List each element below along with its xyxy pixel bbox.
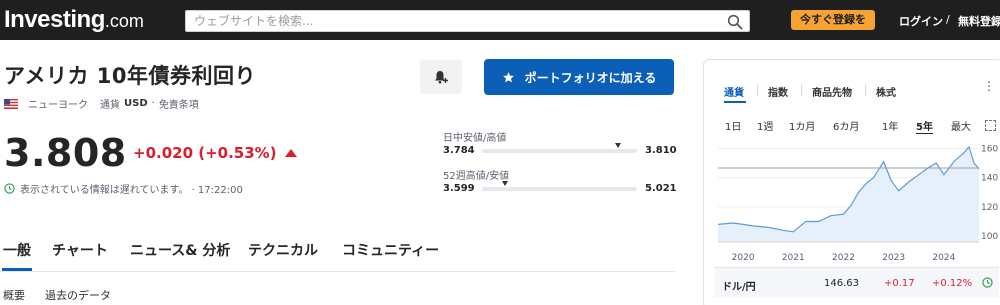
tab-general[interactable]: 一般 <box>3 240 31 260</box>
range-1y[interactable]: 1年 <box>882 118 898 133</box>
last-price: 3.808 <box>4 131 127 175</box>
search-icon[interactable] <box>727 14 743 30</box>
expand-chart-icon[interactable] <box>985 120 996 131</box>
week52-low-value: 3.599 <box>443 183 475 194</box>
panel-tab-separator <box>865 84 866 96</box>
day-range-marker <box>615 143 622 148</box>
price-change-value: +0.020 (+0.53%) <box>133 144 277 162</box>
currency-pair-row[interactable]: ドル/円 146.63 +0.17 +0.12% <box>714 267 999 297</box>
disclaimer-link[interactable]: 免責条項 <box>159 96 199 111</box>
y-tick-label: 140 <box>981 174 998 184</box>
range-6m[interactable]: 6カ月 <box>833 118 859 133</box>
panel-tab-separator <box>757 84 758 96</box>
subtab-historical-data[interactable]: 過去のデータ <box>45 287 111 303</box>
alert-button[interactable] <box>420 60 462 94</box>
more-options-icon[interactable]: ⋮ <box>983 79 995 93</box>
pair-value: 146.63 <box>824 278 859 289</box>
logo-domain-text: .com <box>104 11 144 31</box>
delay-notice: 表示されている情報は遅れています。 · 17:22:00 <box>4 181 243 196</box>
week52-range-label: 52週高値/安値 <box>443 171 510 182</box>
panel-tab-commodities[interactable]: 商品先物 <box>812 84 852 99</box>
chart-area-fill <box>718 146 979 242</box>
y-tick-label: 160 <box>981 144 998 154</box>
top-navigation-bar: Investing .com 今すぐ登録を ログイン / 無料登録 <box>0 0 1000 40</box>
day-range-label: 日中安値/高値 <box>443 133 507 144</box>
us-flag-icon <box>4 98 18 109</box>
meta-dot: · <box>151 98 155 109</box>
tab-technical[interactable]: テクニカル <box>248 240 318 260</box>
instrument-meta: ニューヨーク 通貨 USD · 免責条項 <box>4 96 199 111</box>
week52-high-value: 5.021 <box>645 183 677 194</box>
range-1m[interactable]: 1カ月 <box>789 118 815 133</box>
panel-tab-indices[interactable]: 指数 <box>768 84 788 99</box>
tab-news-analysis[interactable]: ニュース& 分析 <box>130 240 230 260</box>
free-signup-link[interactable]: 無料登録 <box>958 13 1000 29</box>
x-tick-label: 2023 <box>882 253 905 263</box>
page-title: アメリカ 10年債券利回り <box>4 64 256 88</box>
star-icon <box>502 71 514 82</box>
pair-change: +0.17 <box>884 278 915 289</box>
day-low-value: 3.784 <box>443 145 475 156</box>
signup-button[interactable]: 今すぐ登録を <box>791 10 875 30</box>
x-tick-label: 2021 <box>782 253 805 263</box>
y-tick-label: 100 <box>981 232 998 242</box>
currency-value: USD <box>124 98 148 109</box>
price-change: +0.020 (+0.53%) <box>133 144 297 162</box>
y-tick-label: 120 <box>981 203 998 213</box>
delay-notice-text: 表示されている情報は遅れています。 · 17:22:00 <box>20 185 243 196</box>
week52-range-bar <box>482 187 637 191</box>
panel-tab-separator <box>801 84 802 96</box>
currency-label: 通貨 <box>100 100 120 111</box>
search-input[interactable] <box>194 13 714 29</box>
subtab-overview[interactable]: 概要 <box>3 287 25 303</box>
dollar-yen-chart: 160 140 120 100 2020 2021 2022 2023 2024 <box>717 144 998 263</box>
tab-community[interactable]: コミュニティー <box>342 240 439 260</box>
x-tick-label: 2024 <box>932 253 955 263</box>
bell-plus-icon <box>435 71 448 84</box>
investing-logo[interactable]: Investing .com <box>4 6 144 34</box>
up-arrow-icon <box>284 149 297 157</box>
pair-change-percent: +0.12% <box>932 278 973 289</box>
pair-name[interactable]: ドル/円 <box>722 278 756 293</box>
market-overview-panel: 通貨 指数 商品先物 株式 ⋮ 1日 1週 1カ月 6カ月 1年 5年 最大 1… <box>703 59 1000 305</box>
add-to-portfolio-button[interactable]: ポートフォリオに加える <box>484 59 674 95</box>
add-to-portfolio-label: ポートフォリオに加える <box>524 70 657 85</box>
clock-icon <box>982 277 993 288</box>
login-separator: / <box>946 13 950 26</box>
day-range-bar <box>482 149 637 153</box>
search-box[interactable] <box>185 10 750 32</box>
clock-icon <box>4 183 15 194</box>
panel-tab-stocks[interactable]: 株式 <box>876 84 896 99</box>
range-1w[interactable]: 1週 <box>757 118 773 133</box>
logo-main-text: Investing <box>4 6 105 33</box>
tab-chart[interactable]: チャート <box>52 240 108 260</box>
x-tick-label: 2022 <box>832 253 855 263</box>
panel-active-tab-indicator <box>724 101 746 103</box>
day-high-value: 3.810 <box>645 145 677 156</box>
x-tick-label: 2020 <box>732 253 755 263</box>
exchange-name: ニューヨーク <box>28 100 88 111</box>
range-1d[interactable]: 1日 <box>725 118 741 133</box>
week52-range-marker <box>502 181 509 186</box>
range-5y[interactable]: 5年 <box>916 118 933 133</box>
panel-tab-currencies[interactable]: 通貨 <box>724 84 744 99</box>
login-link[interactable]: ログイン <box>899 13 943 29</box>
tabs-divider <box>0 271 675 272</box>
range-max[interactable]: 最大 <box>951 118 971 133</box>
